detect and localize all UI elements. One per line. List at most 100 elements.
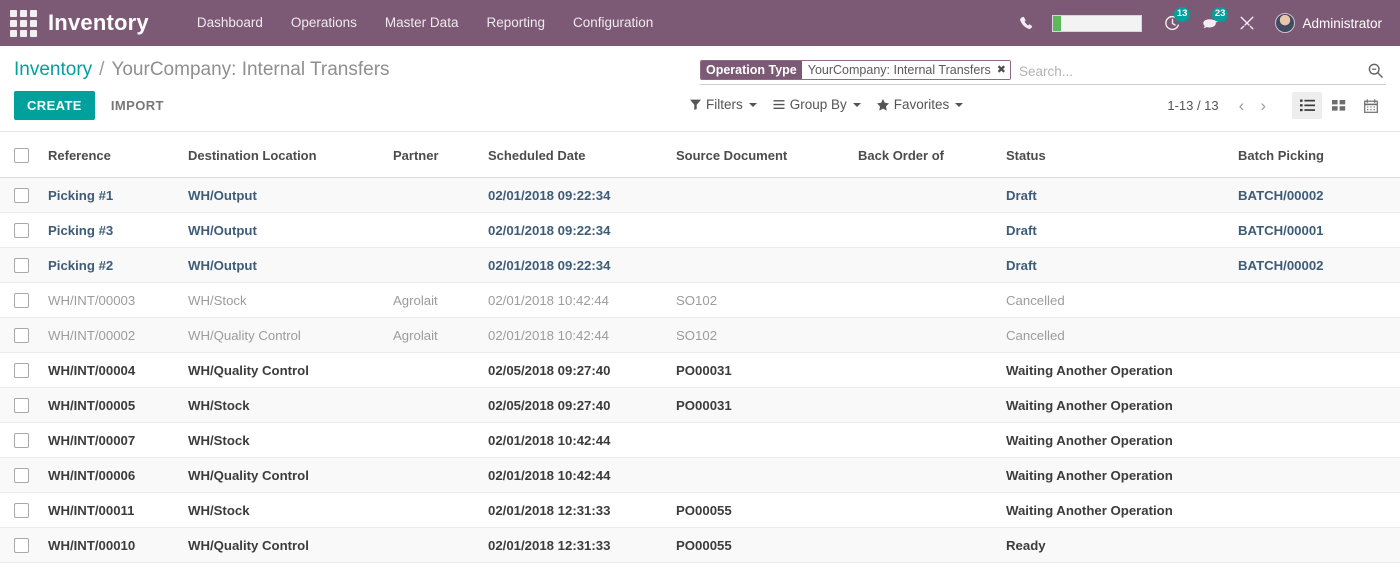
control-panel-bottom-row: CREATE IMPORT Filters Group By: [0, 87, 1400, 131]
search-view: Operation Type YourCompany: Internal Tra…: [700, 58, 1386, 85]
table-row[interactable]: WH/INT/00006WH/Quality Control02/01/2018…: [0, 458, 1400, 493]
phone-icon[interactable]: [1009, 0, 1044, 46]
cell-scheduled-date: 02/01/2018 09:22:34: [480, 178, 668, 213]
checkbox-icon[interactable]: [14, 188, 29, 203]
column-header-destination[interactable]: Destination Location: [180, 132, 385, 178]
cell-reference: WH/INT/00010: [40, 528, 180, 563]
import-button[interactable]: IMPORT: [101, 91, 174, 120]
checkbox-icon[interactable]: [14, 328, 29, 343]
chevron-right-icon[interactable]: ›: [1252, 97, 1274, 114]
row-select-cell: [0, 248, 40, 283]
cell-scheduled-date: 02/01/2018 12:31:33: [480, 493, 668, 528]
table-row[interactable]: WH/INT/00003WH/StockAgrolait02/01/2018 1…: [0, 283, 1400, 318]
cell-reference: Picking #3: [40, 213, 180, 248]
apps-grid-icon[interactable]: [6, 6, 40, 40]
cell-partner: [385, 493, 480, 528]
cell-source-document: PO00031: [668, 353, 850, 388]
checkbox-icon[interactable]: [14, 293, 29, 308]
app-brand-title[interactable]: Inventory: [48, 10, 149, 36]
search-facet-operation-type[interactable]: Operation Type YourCompany: Internal Tra…: [700, 60, 1011, 80]
transfers-list-view: Reference Destination Location Partner S…: [0, 132, 1400, 563]
column-header-batch[interactable]: Batch Picking: [1230, 132, 1400, 178]
filters-dropdown[interactable]: Filters: [690, 97, 757, 112]
table-row[interactable]: WH/INT/00011WH/Stock02/01/2018 12:31:33P…: [0, 493, 1400, 528]
cell-destination-location: WH/Output: [180, 213, 385, 248]
search-input[interactable]: [1011, 60, 1361, 82]
table-row[interactable]: WH/INT/00010WH/Quality Control02/01/2018…: [0, 528, 1400, 563]
cell-reference: WH/INT/00002: [40, 318, 180, 353]
checkbox-icon[interactable]: [14, 398, 29, 413]
column-header-reference[interactable]: Reference: [40, 132, 180, 178]
kanban-view-icon[interactable]: [1324, 92, 1354, 119]
cell-back-order-of: [850, 493, 998, 528]
clock-activity-icon[interactable]: 13: [1154, 0, 1191, 46]
groupby-dropdown[interactable]: Group By: [773, 97, 861, 112]
checkbox-icon[interactable]: [14, 223, 29, 238]
favorites-dropdown[interactable]: Favorites: [877, 97, 964, 112]
column-header-scheduled[interactable]: Scheduled Date: [480, 132, 668, 178]
cell-destination-location: WH/Output: [180, 248, 385, 283]
search-icon[interactable]: [1361, 62, 1386, 81]
column-header-backorder[interactable]: Back Order of: [850, 132, 998, 178]
cell-destination-location: WH/Quality Control: [180, 528, 385, 563]
checkbox-icon[interactable]: [14, 258, 29, 273]
cell-destination-location: WH/Stock: [180, 388, 385, 423]
breadcrumb: Inventory / YourCompany: Internal Transf…: [14, 59, 390, 81]
breadcrumb-current: YourCompany: Internal Transfers: [111, 59, 389, 81]
cell-scheduled-date: 02/01/2018 10:42:44: [480, 423, 668, 458]
cell-batch-picking: [1230, 388, 1400, 423]
checkbox-icon[interactable]: [14, 148, 29, 163]
list-lines-icon: [773, 99, 785, 110]
breadcrumb-root-link[interactable]: Inventory: [14, 59, 92, 81]
cell-reference: WH/INT/00007: [40, 423, 180, 458]
search-facet-value-text: YourCompany: Internal Transfers: [808, 61, 991, 79]
table-row[interactable]: Picking #3WH/Output02/01/2018 09:22:34Dr…: [0, 213, 1400, 248]
checkbox-icon[interactable]: [14, 468, 29, 483]
menu-item-operations[interactable]: Operations: [277, 0, 371, 46]
cell-scheduled-date: 02/05/2018 09:27:40: [480, 353, 668, 388]
checkbox-icon[interactable]: [14, 433, 29, 448]
table-row[interactable]: WH/INT/00007WH/Stock02/01/2018 10:42:44W…: [0, 423, 1400, 458]
menu-item-reporting[interactable]: Reporting: [472, 0, 559, 46]
column-header-partner[interactable]: Partner: [385, 132, 480, 178]
calendar-view-icon[interactable]: [1356, 92, 1386, 119]
list-view-icon[interactable]: [1292, 92, 1322, 119]
user-menu[interactable]: Administrator: [1265, 0, 1388, 46]
checkbox-icon[interactable]: [14, 503, 29, 518]
tools-wrench-icon[interactable]: [1229, 0, 1265, 46]
chevron-down-icon: [955, 103, 963, 107]
create-button[interactable]: CREATE: [14, 91, 95, 120]
table-row[interactable]: Picking #1WH/Output02/01/2018 09:22:34Dr…: [0, 178, 1400, 213]
table-row[interactable]: WH/INT/00004WH/Quality Control02/05/2018…: [0, 353, 1400, 388]
column-header-source[interactable]: Source Document: [668, 132, 850, 178]
table-row[interactable]: WH/INT/00005WH/Stock02/05/2018 09:27:40P…: [0, 388, 1400, 423]
checkbox-icon[interactable]: [14, 538, 29, 553]
menu-item-dashboard[interactable]: Dashboard: [183, 0, 277, 46]
table-row[interactable]: Picking #2WH/Output02/01/2018 09:22:34Dr…: [0, 248, 1400, 283]
cell-reference: WH/INT/00011: [40, 493, 180, 528]
messages-icon[interactable]: 23: [1191, 0, 1229, 46]
menu-item-master-data[interactable]: Master Data: [371, 0, 473, 46]
chevron-down-icon: [749, 103, 757, 107]
row-select-cell: [0, 318, 40, 353]
table-row[interactable]: WH/INT/00002WH/Quality ControlAgrolait02…: [0, 318, 1400, 353]
cell-back-order-of: [850, 248, 998, 283]
cell-partner: [385, 423, 480, 458]
cell-scheduled-date: 02/01/2018 10:42:44: [480, 283, 668, 318]
cell-status: Waiting Another Operation: [998, 458, 1230, 493]
cell-scheduled-date: 02/05/2018 09:27:40: [480, 388, 668, 423]
row-select-cell: [0, 388, 40, 423]
column-header-status[interactable]: Status: [998, 132, 1230, 178]
onboarding-progress-bar[interactable]: [1052, 15, 1142, 32]
main-menu: Dashboard Operations Master Data Reporti…: [183, 0, 667, 46]
chevron-left-icon[interactable]: ‹: [1231, 97, 1253, 114]
close-icon[interactable]: ✖: [997, 61, 1006, 79]
row-select-cell: [0, 353, 40, 388]
menu-item-configuration[interactable]: Configuration: [559, 0, 667, 46]
cell-source-document: [668, 458, 850, 493]
cell-partner: [385, 353, 480, 388]
cell-destination-location: WH/Quality Control: [180, 353, 385, 388]
cell-back-order-of: [850, 388, 998, 423]
filter-funnel-icon: [690, 99, 701, 110]
checkbox-icon[interactable]: [14, 363, 29, 378]
